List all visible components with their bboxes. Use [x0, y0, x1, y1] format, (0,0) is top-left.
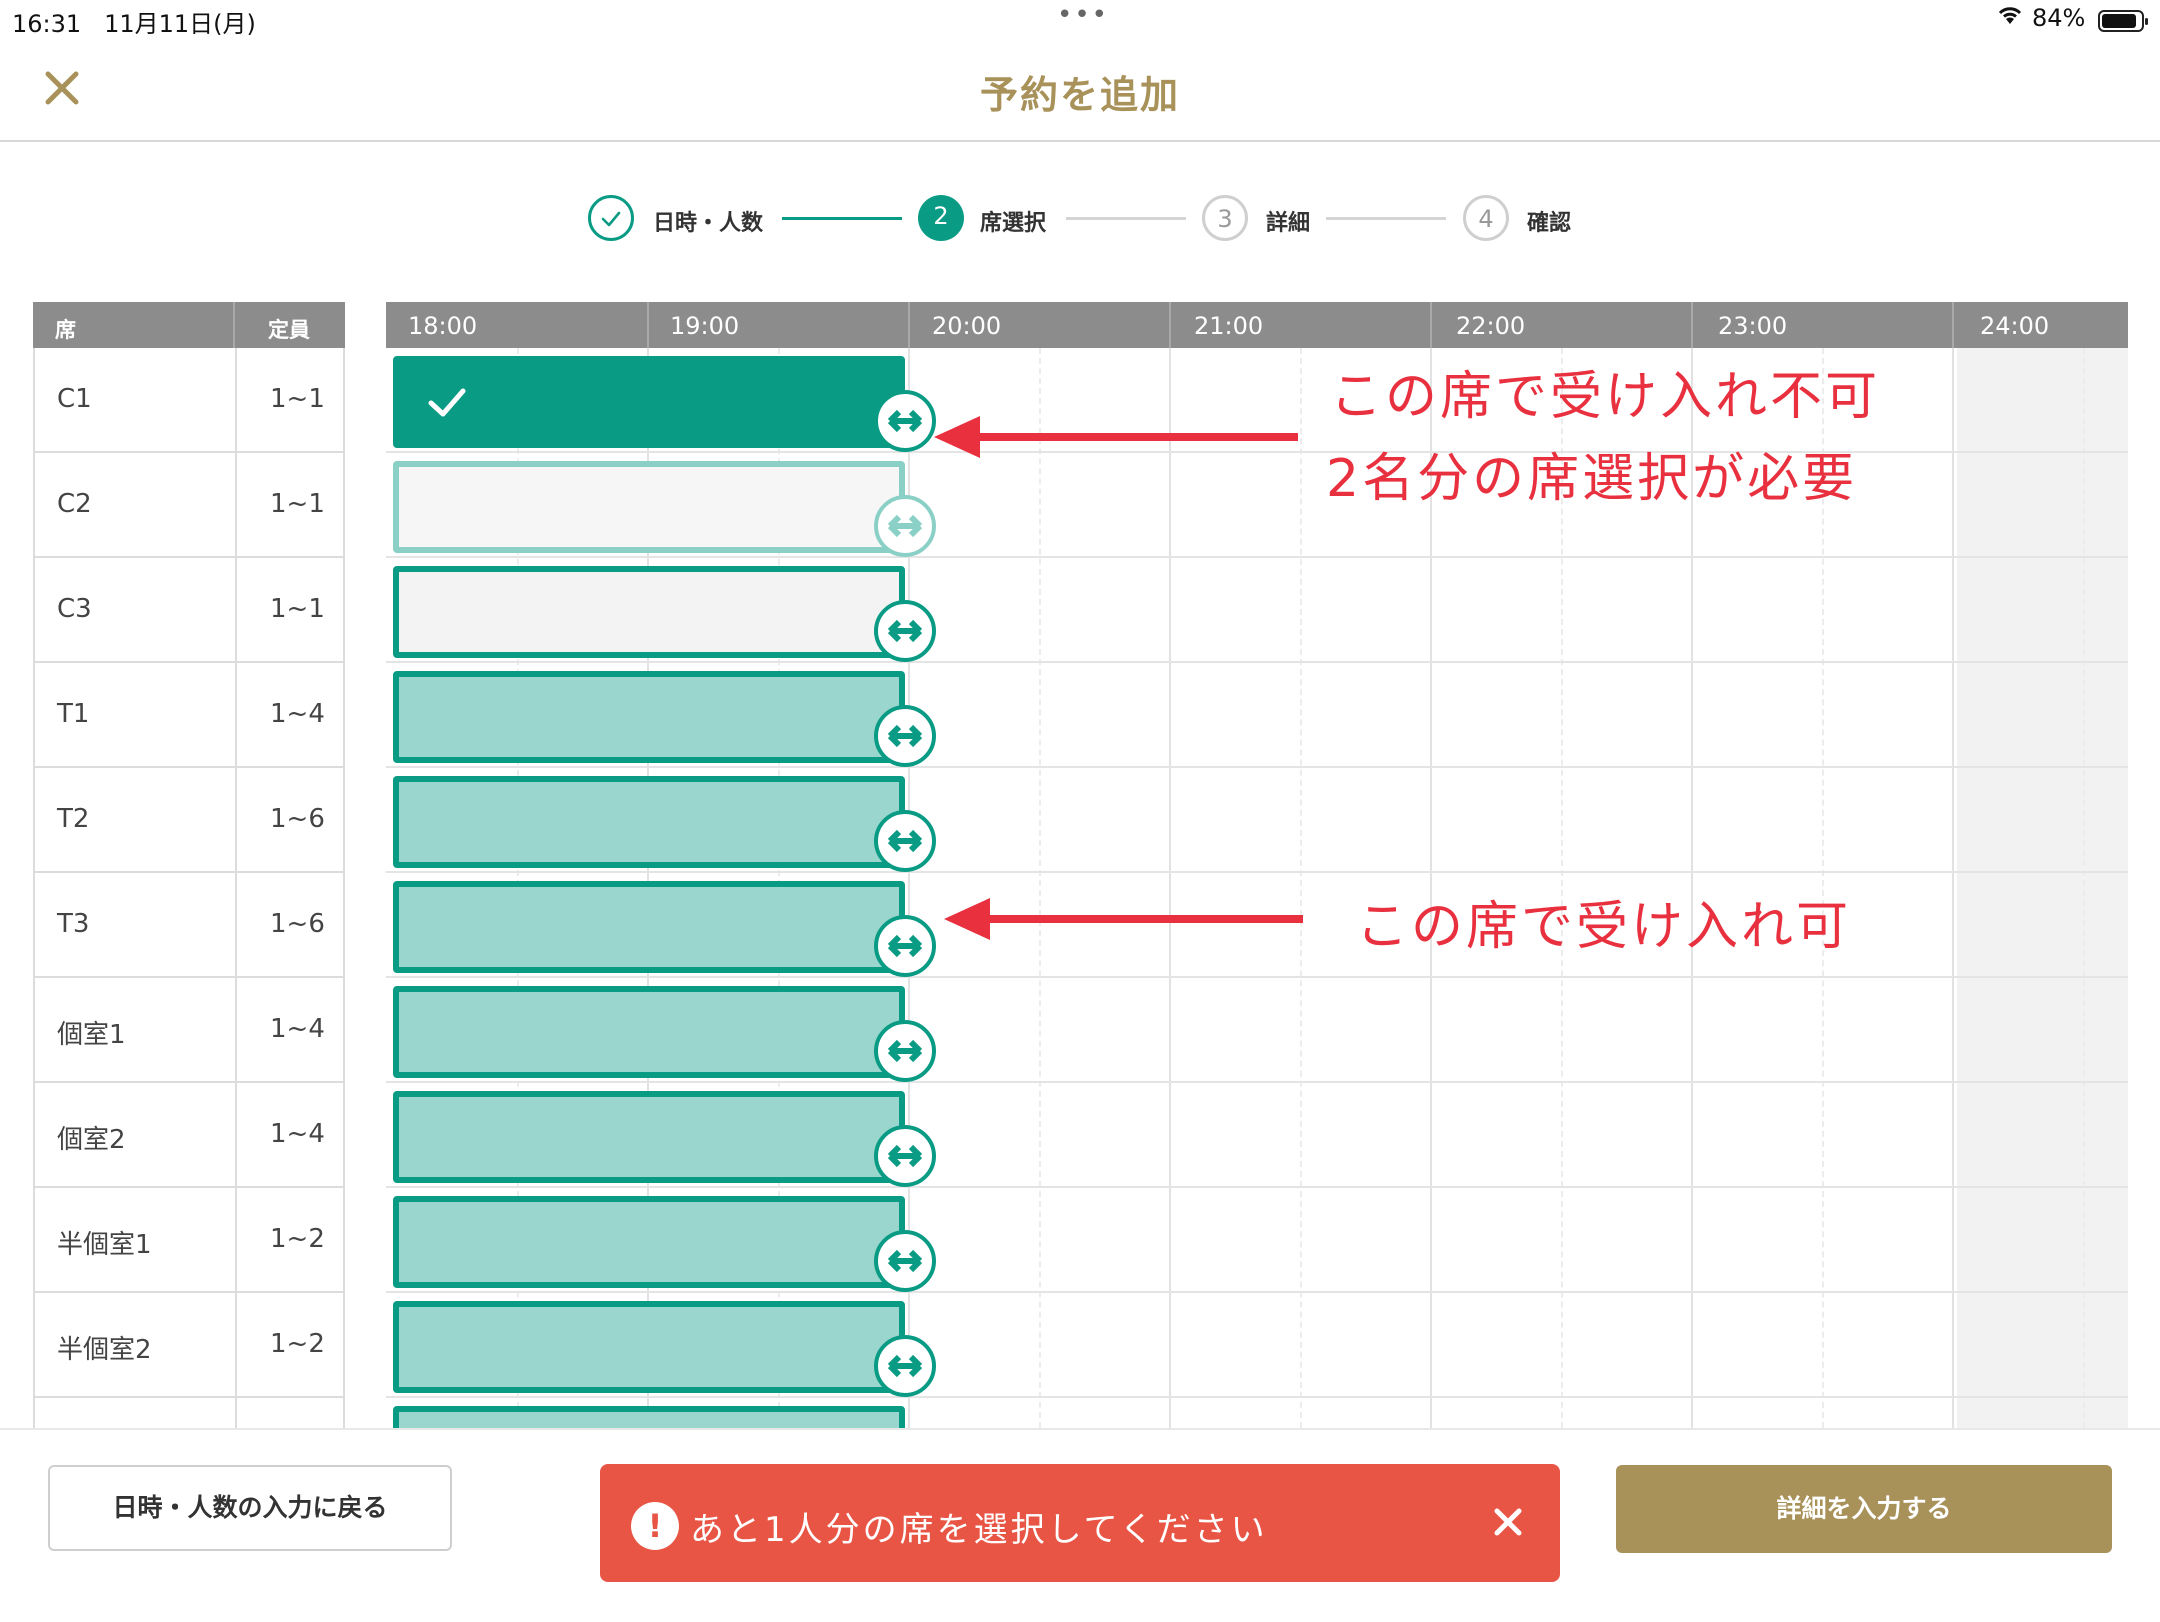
check-icon	[428, 388, 466, 417]
reservation-block[interactable]	[393, 881, 905, 973]
resize-handle-icon[interactable]	[874, 1020, 936, 1082]
hour-label: 24:00	[1980, 312, 2050, 340]
resize-handle-icon[interactable]	[874, 1125, 936, 1187]
seat-name: T2	[57, 804, 90, 834]
reservation-block[interactable]	[393, 986, 905, 1078]
next-button[interactable]: 詳細を入力する	[1616, 1465, 2112, 1553]
status-bar: 16:31 11月11日(月) ••• 84%	[0, 0, 2160, 40]
step-1-check-icon	[588, 195, 634, 241]
hour-label: 21:00	[1194, 312, 1264, 340]
reservation-block-selected[interactable]	[393, 356, 905, 448]
progress-stepper: 日時・人数 2 席選択 3 詳細 4 確認	[0, 195, 2160, 247]
seat-capacity: 1~4	[270, 1014, 325, 1044]
resize-handle-icon[interactable]	[874, 915, 936, 977]
hour-label: 19:00	[670, 312, 740, 340]
seat-row: 半個室2 1~2	[33, 1293, 345, 1398]
capacity-column-header: 定員	[268, 318, 310, 342]
battery-icon	[2098, 10, 2148, 32]
seat-capacity: 1~4	[270, 1119, 325, 1149]
seat-name: 個室1	[57, 1020, 126, 1050]
hour-label: 18:00	[408, 312, 478, 340]
seat-column-header: 席	[55, 318, 76, 342]
seat-capacity: 1~1	[270, 594, 325, 624]
seat-capacity: 1~1	[270, 489, 325, 519]
toast-close-icon[interactable]	[1490, 1504, 1526, 1540]
reservation-block[interactable]	[393, 1301, 905, 1393]
wifi-icon	[1996, 4, 2024, 32]
reservation-block[interactable]	[393, 566, 905, 658]
seat-row: T1 1~4	[33, 663, 345, 768]
resize-handle-icon[interactable]	[874, 390, 936, 452]
seat-name: C3	[57, 594, 92, 624]
resize-handle-icon[interactable]	[874, 705, 936, 767]
error-toast: ! あと1人分の席を選択してください	[600, 1464, 1560, 1582]
seat-capacity: 1~1	[270, 384, 325, 414]
annotation-available: この席で受け入れ可	[1356, 897, 1852, 957]
hour-label: 23:00	[1718, 312, 1788, 340]
seat-capacity: 1~6	[270, 909, 325, 939]
annotation-unavailable-line1: この席で受け入れ不可	[1330, 367, 1881, 427]
toast-message: あと1人分の席を選択してください	[690, 1510, 1268, 1550]
resize-handle-icon[interactable]	[874, 1335, 936, 1397]
step-1-label: 日時・人数	[653, 211, 764, 236]
reservation-block[interactable]	[393, 671, 905, 763]
seat-row: 半個室1 1~2	[33, 1188, 345, 1293]
seat-row: C1 1~1	[33, 348, 345, 453]
back-button[interactable]: 日時・人数の入力に戻る	[48, 1465, 452, 1551]
timeline-header: 18:00 19:00 20:00 21:00 22:00 23:00 24:0…	[386, 302, 2128, 348]
hour-label: 20:00	[932, 312, 1002, 340]
timeline-grid[interactable]	[386, 348, 2128, 1428]
annotation-arrow-icon	[934, 416, 1298, 458]
reservation-block[interactable]	[393, 776, 905, 868]
battery-percent: 84%	[2032, 4, 2086, 32]
annotation-unavailable-line2: 2名分の席選択が必要	[1326, 449, 1858, 509]
step-2-number: 2	[918, 195, 964, 241]
seat-row: C2 1~1	[33, 453, 345, 558]
step-2-label: 席選択	[980, 211, 1047, 236]
seat-row: T2 1~6	[33, 768, 345, 873]
seat-row: T3 1~6	[33, 873, 345, 978]
seat-name: T3	[57, 909, 90, 939]
seat-row: 個室1 1~4	[33, 978, 345, 1083]
step-3-number: 3	[1202, 195, 1248, 241]
seat-name: T1	[57, 699, 90, 729]
resize-handle-icon	[874, 495, 936, 557]
modal-header: 予約を追加	[0, 40, 2160, 142]
seat-row: C3 1~1	[33, 558, 345, 663]
reservation-block[interactable]	[393, 1091, 905, 1183]
seat-capacity: 1~2	[270, 1329, 325, 1359]
status-time: 16:31 11月11日(月)	[12, 10, 256, 38]
reservation-block-unavailable	[393, 461, 905, 553]
resize-handle-icon[interactable]	[874, 600, 936, 662]
seat-name: C2	[57, 489, 92, 519]
resize-handle-icon[interactable]	[874, 810, 936, 872]
exclamation-icon: !	[631, 1502, 679, 1550]
seat-name: 個室2	[57, 1125, 126, 1155]
multitask-dots[interactable]: •••	[1057, 0, 1109, 30]
reservation-block[interactable]	[393, 1196, 905, 1288]
step-connector	[782, 217, 902, 220]
seat-name: 半個室2	[57, 1335, 152, 1365]
step-connector	[1326, 217, 1446, 220]
seat-name: C1	[57, 384, 92, 414]
reservation-block-partial[interactable]	[393, 1406, 905, 1428]
page-title: 予約を追加	[979, 73, 1180, 117]
seat-row: 個室2 1~4	[33, 1083, 345, 1188]
annotation-arrow-icon	[944, 898, 1303, 940]
seat-name: 半個室1	[57, 1230, 152, 1260]
seat-table-header: 席 定員	[33, 302, 345, 348]
footer-bar: 日時・人数の入力に戻る ! あと1人分の席を選択してください 詳細を入力する	[0, 1428, 2160, 1622]
step-4-label: 確認	[1527, 211, 1572, 236]
step-connector	[1066, 217, 1186, 220]
step-3-label: 詳細	[1266, 211, 1311, 236]
step-4-number: 4	[1463, 195, 1509, 241]
hour-label: 22:00	[1456, 312, 1526, 340]
seat-capacity: 1~4	[270, 699, 325, 729]
seat-capacity: 1~2	[270, 1224, 325, 1254]
seat-capacity: 1~6	[270, 804, 325, 834]
resize-handle-icon[interactable]	[874, 1230, 936, 1292]
closed-hours-area	[1957, 348, 2128, 1428]
